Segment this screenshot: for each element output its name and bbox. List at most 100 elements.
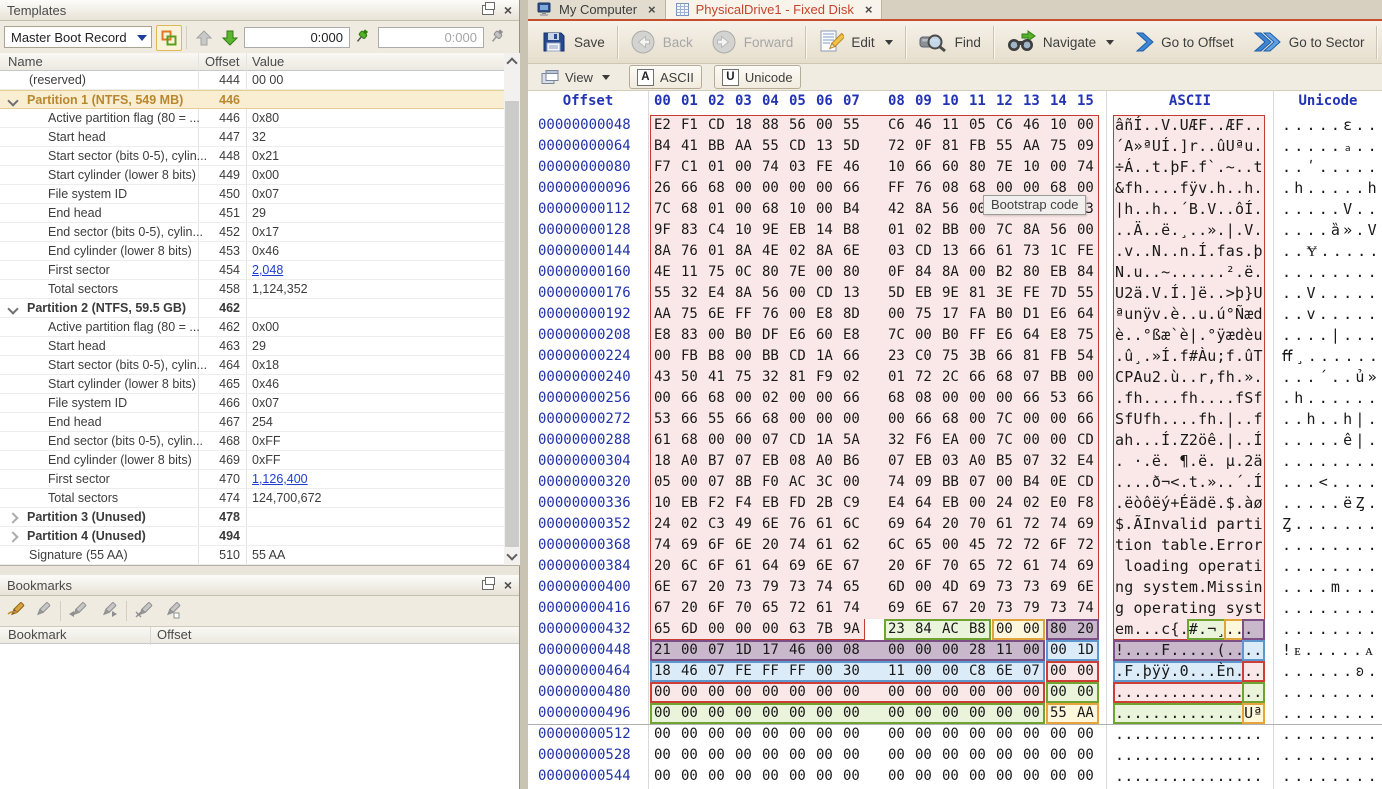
hex-byte[interactable]: 6D [681, 619, 698, 640]
ascii-text[interactable]: .. [1244, 661, 1262, 682]
goto-sector-button[interactable]: Go to Sector [1243, 23, 1374, 61]
hex-byte[interactable]: 08 [789, 451, 806, 472]
ascii-text[interactable]: .............. [1115, 682, 1244, 703]
hex-byte[interactable]: 60 [942, 157, 959, 178]
hex-byte[interactable]: C6 [888, 115, 905, 136]
hex-byte[interactable]: F6 [915, 430, 932, 451]
edit-bookmark-icon[interactable] [32, 600, 54, 622]
hex-byte[interactable]: 67 [942, 598, 959, 619]
hex-byte[interactable]: 8B [735, 472, 752, 493]
hex-byte[interactable]: 00 [1077, 115, 1094, 136]
hex-byte[interactable]: 69 [1050, 577, 1067, 598]
hex-byte[interactable]: 00 [735, 766, 752, 787]
hex-byte[interactable]: 00 [1050, 640, 1067, 661]
templates-scrollbar[interactable] [504, 53, 520, 565]
ascii-text[interactable]: .. [1244, 640, 1262, 661]
hex-byte[interactable]: 00 [843, 682, 860, 703]
hex-byte[interactable]: F2 [708, 493, 725, 514]
hex-byte[interactable]: 01 [708, 241, 725, 262]
hex-byte[interactable]: E8 [816, 304, 833, 325]
hex-byte[interactable]: 00 [888, 724, 905, 745]
hex-byte[interactable]: 1A [816, 346, 833, 367]
hex-byte[interactable]: 72 [1023, 535, 1040, 556]
next-bookmark-icon[interactable] [98, 600, 120, 622]
ascii-text[interactable]: loading operati [1115, 556, 1263, 577]
chevron-collapsed-icon[interactable] [7, 512, 18, 523]
hex-byte[interactable]: BB [942, 472, 959, 493]
hex-byte[interactable]: 00 [654, 346, 671, 367]
unicode-text[interactable]: ..ʹ..... [1282, 157, 1382, 178]
hex-byte[interactable]: FF [888, 178, 905, 199]
hex-byte[interactable]: 61 [996, 514, 1013, 535]
hex-byte[interactable]: 79 [1023, 598, 1040, 619]
hex-byte[interactable]: 00 [1050, 745, 1067, 766]
hex-byte[interactable]: 69 [1077, 556, 1094, 577]
unicode-text[interactable]: ........ [1282, 766, 1382, 787]
hex-byte[interactable]: 00 [735, 724, 752, 745]
hex-byte[interactable]: 69 [888, 598, 905, 619]
template-row[interactable]: Active partition flag (80 = ...4620x00 [0, 318, 504, 337]
hex-byte[interactable]: 00 [1050, 430, 1067, 451]
hex-byte[interactable]: 88 [762, 115, 779, 136]
hex-byte[interactable]: 5D [888, 283, 905, 304]
ascii-text[interactable]: ................ [1115, 766, 1263, 787]
hex-byte[interactable]: AA [1023, 136, 1040, 157]
hex-byte[interactable]: 4E [762, 241, 779, 262]
hex-byte[interactable]: 67 [843, 556, 860, 577]
hex-byte[interactable]: 68 [708, 388, 725, 409]
hex-byte[interactable]: AA [1077, 703, 1094, 724]
hex-byte[interactable]: 55 [1077, 283, 1094, 304]
hex-byte[interactable]: 81 [969, 283, 986, 304]
ascii-text[interactable]: em...c{. [1115, 619, 1189, 640]
hex-byte[interactable]: 10 [654, 493, 671, 514]
hex-byte[interactable]: 00 [996, 619, 1013, 640]
hex-byte[interactable]: 00 [816, 661, 833, 682]
hex-byte[interactable]: EB [762, 493, 779, 514]
hex-byte[interactable]: 75 [708, 262, 725, 283]
hex-byte[interactable]: EB [915, 283, 932, 304]
template-row[interactable]: Signature (55 AA)51055 AA [0, 546, 504, 565]
unicode-text[interactable]: ........ [1282, 556, 1382, 577]
hex-byte[interactable]: 07 [708, 640, 725, 661]
ascii-text[interactable]: è..°ßæ`è|.°ÿædèu [1115, 325, 1263, 346]
unicode-text[interactable]: ........ [1282, 682, 1382, 703]
hex-byte[interactable]: 68 [681, 199, 698, 220]
hex-byte[interactable]: 0F [915, 136, 932, 157]
hex-byte[interactable]: 20 [681, 598, 698, 619]
hex-byte[interactable]: 66 [996, 346, 1013, 367]
hex-byte[interactable]: 6C [843, 514, 860, 535]
hex-byte[interactable]: E6 [789, 325, 806, 346]
hex-byte[interactable]: 00 [1023, 703, 1040, 724]
hex-byte[interactable]: 80 [1050, 619, 1067, 640]
hex-byte[interactable]: 00 [1023, 409, 1040, 430]
ascii-text[interactable]: âñÍ..V.UÆF..ÆF.. [1115, 115, 1263, 136]
hex-byte[interactable]: 20 [762, 535, 779, 556]
hex-byte[interactable]: 00 [816, 388, 833, 409]
hex-byte[interactable]: 7D [1050, 283, 1067, 304]
hex-byte[interactable]: C6 [996, 115, 1013, 136]
hex-byte[interactable]: 00 [942, 724, 959, 745]
panel-splitter[interactable] [520, 0, 528, 789]
hex-byte[interactable]: FF [735, 304, 752, 325]
hex-byte[interactable]: 3E [996, 283, 1013, 304]
hex-byte[interactable]: 10 [735, 220, 752, 241]
hex-byte[interactable]: 23 [888, 346, 905, 367]
hex-byte[interactable]: 00 [1077, 661, 1094, 682]
hex-byte[interactable]: 00 [789, 724, 806, 745]
hex-byte[interactable]: 00 [915, 703, 932, 724]
field-value-link[interactable]: 2,048 [252, 263, 283, 277]
hex-byte[interactable]: 10 [1023, 157, 1040, 178]
hex-byte[interactable]: 67 [681, 577, 698, 598]
template-row[interactable]: First sector4542,048 [0, 261, 504, 280]
hex-byte[interactable]: FE [816, 157, 833, 178]
hex-byte[interactable]: 00 [708, 619, 725, 640]
hex-byte[interactable]: 64 [1023, 325, 1040, 346]
hex-byte[interactable]: 00 [915, 640, 932, 661]
hex-byte[interactable]: 70 [735, 598, 752, 619]
hex-byte[interactable]: 68 [708, 178, 725, 199]
hex-byte[interactable]: B4 [843, 199, 860, 220]
hex-byte[interactable]: 66 [1077, 388, 1094, 409]
unicode-text[interactable]: ........ [1282, 262, 1382, 283]
hex-byte[interactable]: 00 [816, 409, 833, 430]
hex-byte[interactable]: 74 [1077, 157, 1094, 178]
